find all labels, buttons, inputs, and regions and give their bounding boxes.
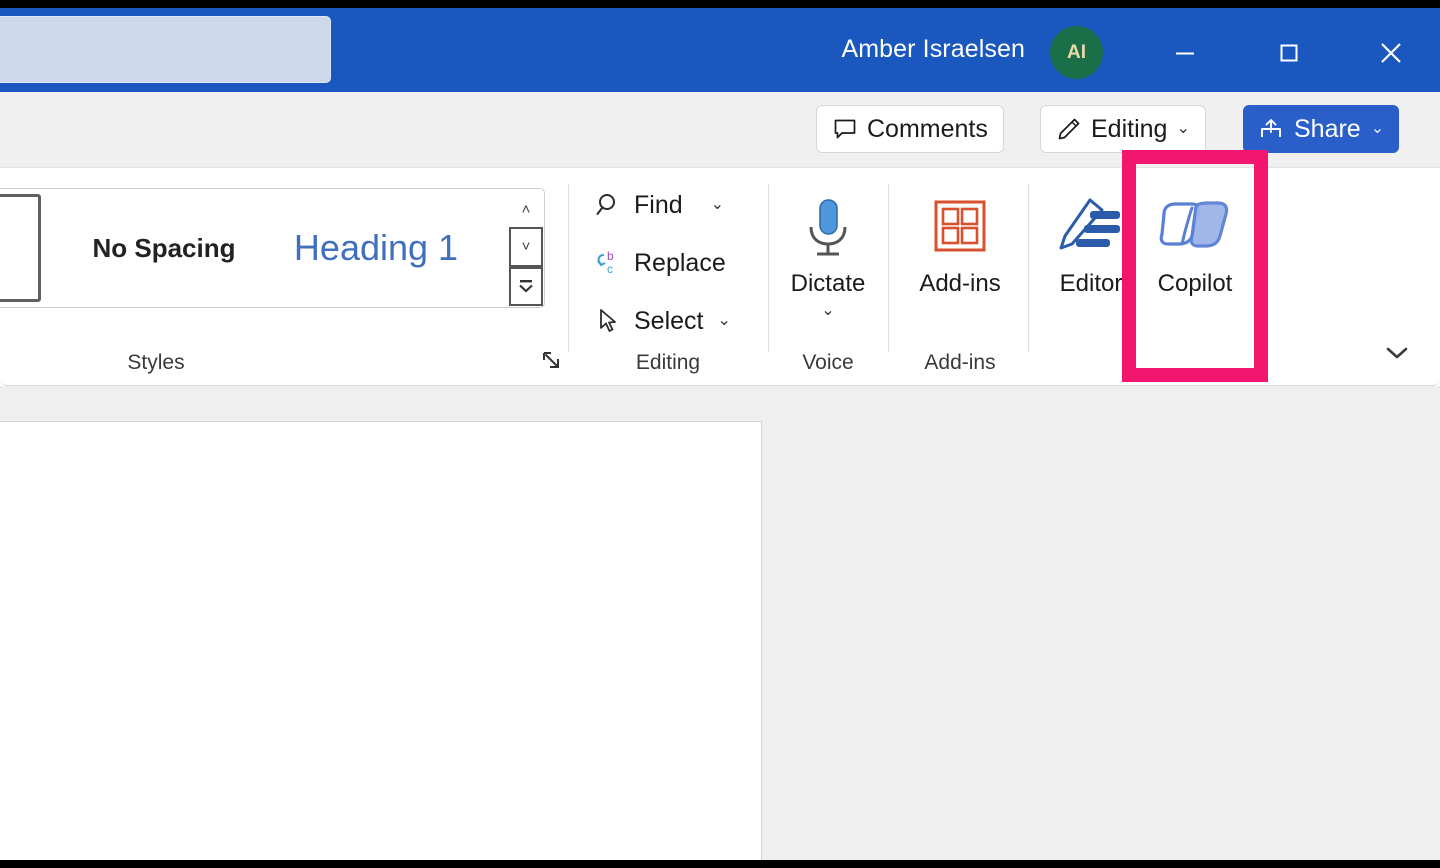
word-window: Amber Israelsen AI Comments Editing ⌄ Sh… xyxy=(0,0,1440,868)
replace-label: Replace xyxy=(634,248,726,277)
dictate-button[interactable]: Dictate ⌄ xyxy=(773,188,883,320)
style-tile-heading-1[interactable]: Heading 1 xyxy=(261,194,491,302)
addins-label: Add-ins xyxy=(919,270,1001,297)
document-page[interactable] xyxy=(0,421,762,861)
pencil-icon xyxy=(1056,116,1082,142)
group-separator xyxy=(568,184,569,352)
addins-button[interactable]: Add-ins xyxy=(905,188,1015,298)
styles-gallery[interactable]: No Spacing Heading 1 ˄ ˅ xyxy=(0,188,545,308)
avatar[interactable]: AI xyxy=(1050,26,1103,79)
highlight-annotation-copilot xyxy=(1122,150,1268,382)
replace-icon: b c xyxy=(594,248,624,278)
style-label: Heading 1 xyxy=(293,227,459,268)
group-separator xyxy=(1028,184,1029,352)
style-label: No Spacing xyxy=(92,232,236,263)
ribbon-collapse-button[interactable] xyxy=(1382,343,1412,369)
chevron-down-icon xyxy=(1386,347,1408,359)
svg-text:b: b xyxy=(607,249,614,263)
cursor-icon xyxy=(594,306,624,336)
comments-label: Comments xyxy=(867,114,988,143)
styles-more-button[interactable] xyxy=(509,266,543,306)
dictate-label: Dictate xyxy=(790,270,866,297)
styles-scroll-down-button[interactable]: ˅ xyxy=(509,227,543,267)
editing-mode-button[interactable]: Editing ⌄ xyxy=(1040,105,1206,153)
maximize-icon xyxy=(1280,44,1298,62)
styles-dialog-launcher[interactable] xyxy=(540,349,566,375)
microphone-icon xyxy=(797,188,859,266)
addins-grid-icon xyxy=(928,188,992,266)
group-separator xyxy=(768,184,769,352)
find-label: Find xyxy=(634,190,683,219)
style-tile-partial[interactable] xyxy=(0,194,41,302)
select-button[interactable]: Select ⌄ xyxy=(594,306,731,336)
more-styles-icon xyxy=(519,280,533,293)
dialog-launcher-icon xyxy=(543,352,559,368)
chevron-down-icon: ⌄ xyxy=(821,302,835,319)
maximize-button[interactable] xyxy=(1258,24,1320,82)
title-bar: Amber Israelsen AI xyxy=(0,8,1440,92)
close-button[interactable] xyxy=(1360,24,1422,82)
account-name: Amber Israelsen xyxy=(841,35,1025,63)
screen-top-letterbox xyxy=(0,0,1440,8)
comment-icon xyxy=(832,116,858,142)
share-icon xyxy=(1258,116,1284,142)
styles-scroll-controls: ˄ ˅ xyxy=(509,192,543,306)
style-tile-no-spacing[interactable]: No Spacing xyxy=(69,194,259,302)
replace-button[interactable]: b c Replace xyxy=(594,248,726,278)
svg-text:c: c xyxy=(607,262,613,276)
search-icon xyxy=(594,190,624,220)
group-label-editing: Editing xyxy=(635,351,701,374)
comments-button[interactable]: Comments xyxy=(816,105,1004,153)
chevron-down-icon: ⌄ xyxy=(717,312,731,329)
select-label: Select xyxy=(634,306,704,335)
minimize-button[interactable] xyxy=(1154,24,1216,82)
close-icon xyxy=(1381,43,1401,63)
find-button[interactable]: Find ⌄ xyxy=(594,190,724,220)
screen-bottom-letterbox xyxy=(0,860,1440,868)
search-input[interactable] xyxy=(0,16,331,83)
chevron-down-icon: ⌄ xyxy=(1176,120,1190,137)
editor-pencil-icon xyxy=(1056,188,1126,266)
group-separator xyxy=(888,184,889,352)
group-label-addins: Add-ins xyxy=(924,351,996,374)
group-label-styles: Styles xyxy=(127,351,185,374)
editing-label: Editing xyxy=(1091,114,1168,143)
chevron-down-icon: ⌄ xyxy=(1370,120,1385,137)
share-button[interactable]: Share ⌄ xyxy=(1243,105,1400,153)
minimize-icon xyxy=(1176,52,1194,55)
share-label: Share xyxy=(1294,114,1361,143)
group-label-voice: Voice xyxy=(802,351,854,374)
chevron-down-icon: ⌄ xyxy=(710,196,725,213)
styles-scroll-up-button[interactable]: ˄ xyxy=(509,192,543,228)
editor-label: Editor xyxy=(1059,270,1123,297)
document-canvas xyxy=(0,386,1440,861)
